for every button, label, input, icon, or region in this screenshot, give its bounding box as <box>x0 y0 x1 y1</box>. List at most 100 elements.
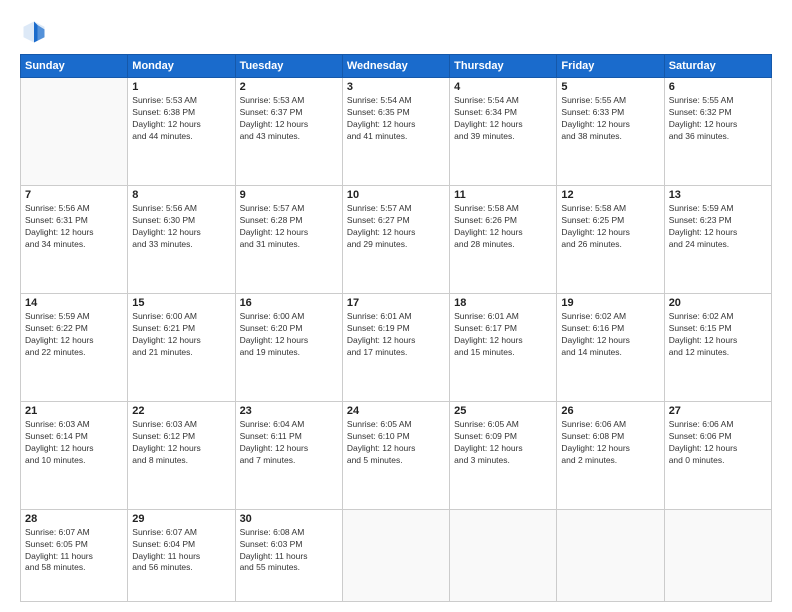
day-number: 15 <box>132 297 230 309</box>
day-number: 5 <box>561 81 659 93</box>
calendar-cell <box>557 509 664 601</box>
day-info: Sunrise: 6:06 AM Sunset: 6:06 PM Dayligh… <box>669 419 767 467</box>
day-number: 28 <box>25 513 123 525</box>
day-info: Sunrise: 5:56 AM Sunset: 6:31 PM Dayligh… <box>25 203 123 251</box>
day-info: Sunrise: 5:59 AM Sunset: 6:22 PM Dayligh… <box>25 311 123 359</box>
calendar-cell: 21 Sunrise: 6:03 AM Sunset: 6:14 PM Dayli… <box>21 401 128 509</box>
day-info: Sunrise: 5:55 AM Sunset: 6:32 PM Dayligh… <box>669 95 767 143</box>
calendar-cell: 16Sunrise: 6:00 AM Sunset: 6:20 PM Dayli… <box>235 293 342 401</box>
day-info: Sunrise: 6:06 AM Sunset: 6:08 PM Dayligh… <box>561 419 659 467</box>
calendar-cell: 10 Sunrise: 5:57 AM Sunset: 6:27 PM Dayli… <box>342 185 449 293</box>
day-info: Sunrise: 5:58 AM Sunset: 6:26 PM Dayligh… <box>454 203 552 251</box>
day-info: Sunrise: 5:58 AM Sunset: 6:25 PM Dayligh… <box>561 203 659 251</box>
calendar-cell: 12 Sunrise: 5:58 AM Sunset: 6:25 PM Dayli… <box>557 185 664 293</box>
weekday-header: Monday <box>128 55 235 78</box>
day-number: 29 <box>132 513 230 525</box>
calendar-cell: 2 Sunrise: 5:53 AM Sunset: 6:37 PM Daylig… <box>235 78 342 186</box>
day-info: Sunrise: 6:00 AM Sunset: 6:21 PM Dayligh… <box>132 311 230 359</box>
day-number: 6 <box>669 81 767 93</box>
day-number: 19 <box>561 297 659 309</box>
weekday-header: Saturday <box>664 55 771 78</box>
day-info: Sunrise: 6:05 AM Sunset: 6:10 PM Dayligh… <box>347 419 445 467</box>
calendar-cell: 14 Sunrise: 5:59 AM Sunset: 6:22 PM Dayli… <box>21 293 128 401</box>
calendar-cell: 23 Sunrise: 6:04 AM Sunset: 6:11 PM Dayli… <box>235 401 342 509</box>
day-number: 14 <box>25 297 123 309</box>
calendar-week-row: 7 Sunrise: 5:56 AM Sunset: 6:31 PM Daylig… <box>21 185 772 293</box>
calendar-cell <box>450 509 557 601</box>
day-number: 12 <box>561 189 659 201</box>
day-info: Sunrise: 6:03 AM Sunset: 6:12 PM Dayligh… <box>132 419 230 467</box>
day-number: 22 <box>132 405 230 417</box>
weekday-header: Sunday <box>21 55 128 78</box>
calendar-cell: 5 Sunrise: 5:55 AM Sunset: 6:33 PM Daylig… <box>557 78 664 186</box>
calendar-week-row: 14 Sunrise: 5:59 AM Sunset: 6:22 PM Dayli… <box>21 293 772 401</box>
day-number: 3 <box>347 81 445 93</box>
calendar-cell: 29 Sunrise: 6:07 AM Sunset: 6:04 PM Dayli… <box>128 509 235 601</box>
day-info: Sunrise: 6:01 AM Sunset: 6:19 PM Dayligh… <box>347 311 445 359</box>
day-number: 16 <box>240 297 338 309</box>
day-number: 11 <box>454 189 552 201</box>
day-info: Sunrise: 6:02 AM Sunset: 6:16 PM Dayligh… <box>561 311 659 359</box>
day-number: 1 <box>132 81 230 93</box>
day-info: Sunrise: 6:08 AM Sunset: 6:03 PM Dayligh… <box>240 527 338 575</box>
calendar-cell: 22 Sunrise: 6:03 AM Sunset: 6:12 PM Dayli… <box>128 401 235 509</box>
day-number: 21 <box>25 405 123 417</box>
day-number: 24 <box>347 405 445 417</box>
calendar-cell: 27 Sunrise: 6:06 AM Sunset: 6:06 PM Dayli… <box>664 401 771 509</box>
day-info: Sunrise: 6:01 AM Sunset: 6:17 PM Dayligh… <box>454 311 552 359</box>
day-number: 26 <box>561 405 659 417</box>
day-info: Sunrise: 5:54 AM Sunset: 6:34 PM Dayligh… <box>454 95 552 143</box>
calendar-cell: 13 Sunrise: 5:59 AM Sunset: 6:23 PM Dayli… <box>664 185 771 293</box>
weekday-header: Thursday <box>450 55 557 78</box>
calendar-cell: 20 Sunrise: 6:02 AM Sunset: 6:15 PM Dayli… <box>664 293 771 401</box>
day-info: Sunrise: 6:05 AM Sunset: 6:09 PM Dayligh… <box>454 419 552 467</box>
calendar-cell: 17Sunrise: 6:01 AM Sunset: 6:19 PM Dayli… <box>342 293 449 401</box>
calendar-cell: 9Sunrise: 5:57 AM Sunset: 6:28 PM Daylig… <box>235 185 342 293</box>
day-info: Sunrise: 5:59 AM Sunset: 6:23 PM Dayligh… <box>669 203 767 251</box>
day-info: Sunrise: 5:54 AM Sunset: 6:35 PM Dayligh… <box>347 95 445 143</box>
calendar-week-row: 1 Sunrise: 5:53 AM Sunset: 6:38 PM Daylig… <box>21 78 772 186</box>
day-info: Sunrise: 5:55 AM Sunset: 6:33 PM Dayligh… <box>561 95 659 143</box>
calendar-header-row: SundayMondayTuesdayWednesdayThursdayFrid… <box>21 55 772 78</box>
day-info: Sunrise: 5:57 AM Sunset: 6:27 PM Dayligh… <box>347 203 445 251</box>
day-number: 23 <box>240 405 338 417</box>
weekday-header: Wednesday <box>342 55 449 78</box>
calendar-cell <box>664 509 771 601</box>
calendar-cell: 7 Sunrise: 5:56 AM Sunset: 6:31 PM Daylig… <box>21 185 128 293</box>
calendar-cell: 19 Sunrise: 6:02 AM Sunset: 6:16 PM Dayli… <box>557 293 664 401</box>
day-info: Sunrise: 6:03 AM Sunset: 6:14 PM Dayligh… <box>25 419 123 467</box>
day-info: Sunrise: 6:07 AM Sunset: 6:04 PM Dayligh… <box>132 527 230 575</box>
day-info: Sunrise: 5:56 AM Sunset: 6:30 PM Dayligh… <box>132 203 230 251</box>
day-number: 4 <box>454 81 552 93</box>
day-info: Sunrise: 6:04 AM Sunset: 6:11 PM Dayligh… <box>240 419 338 467</box>
calendar-cell: 15 Sunrise: 6:00 AM Sunset: 6:21 PM Dayli… <box>128 293 235 401</box>
calendar-week-row: 28 Sunrise: 6:07 AM Sunset: 6:05 PM Dayli… <box>21 509 772 601</box>
day-info: Sunrise: 5:53 AM Sunset: 6:37 PM Dayligh… <box>240 95 338 143</box>
day-number: 13 <box>669 189 767 201</box>
logo-icon <box>20 18 48 46</box>
calendar-week-row: 21 Sunrise: 6:03 AM Sunset: 6:14 PM Dayli… <box>21 401 772 509</box>
calendar: SundayMondayTuesdayWednesdayThursdayFrid… <box>20 54 772 602</box>
calendar-cell: 24 Sunrise: 6:05 AM Sunset: 6:10 PM Dayli… <box>342 401 449 509</box>
calendar-cell: 1 Sunrise: 5:53 AM Sunset: 6:38 PM Daylig… <box>128 78 235 186</box>
calendar-cell: 6 Sunrise: 5:55 AM Sunset: 6:32 PM Daylig… <box>664 78 771 186</box>
day-number: 7 <box>25 189 123 201</box>
day-number: 18 <box>454 297 552 309</box>
calendar-cell: 30Sunrise: 6:08 AM Sunset: 6:03 PM Dayli… <box>235 509 342 601</box>
day-info: Sunrise: 6:02 AM Sunset: 6:15 PM Dayligh… <box>669 311 767 359</box>
day-number: 8 <box>132 189 230 201</box>
day-info: Sunrise: 6:07 AM Sunset: 6:05 PM Dayligh… <box>25 527 123 575</box>
day-number: 10 <box>347 189 445 201</box>
weekday-header: Tuesday <box>235 55 342 78</box>
calendar-cell: 4 Sunrise: 5:54 AM Sunset: 6:34 PM Daylig… <box>450 78 557 186</box>
day-info: Sunrise: 5:53 AM Sunset: 6:38 PM Dayligh… <box>132 95 230 143</box>
day-number: 20 <box>669 297 767 309</box>
page-header <box>20 18 772 46</box>
day-info: Sunrise: 5:57 AM Sunset: 6:28 PM Dayligh… <box>240 203 338 251</box>
calendar-cell: 8 Sunrise: 5:56 AM Sunset: 6:30 PM Daylig… <box>128 185 235 293</box>
calendar-cell <box>342 509 449 601</box>
day-number: 2 <box>240 81 338 93</box>
calendar-cell: 26 Sunrise: 6:06 AM Sunset: 6:08 PM Dayli… <box>557 401 664 509</box>
day-number: 27 <box>669 405 767 417</box>
logo <box>20 18 52 46</box>
